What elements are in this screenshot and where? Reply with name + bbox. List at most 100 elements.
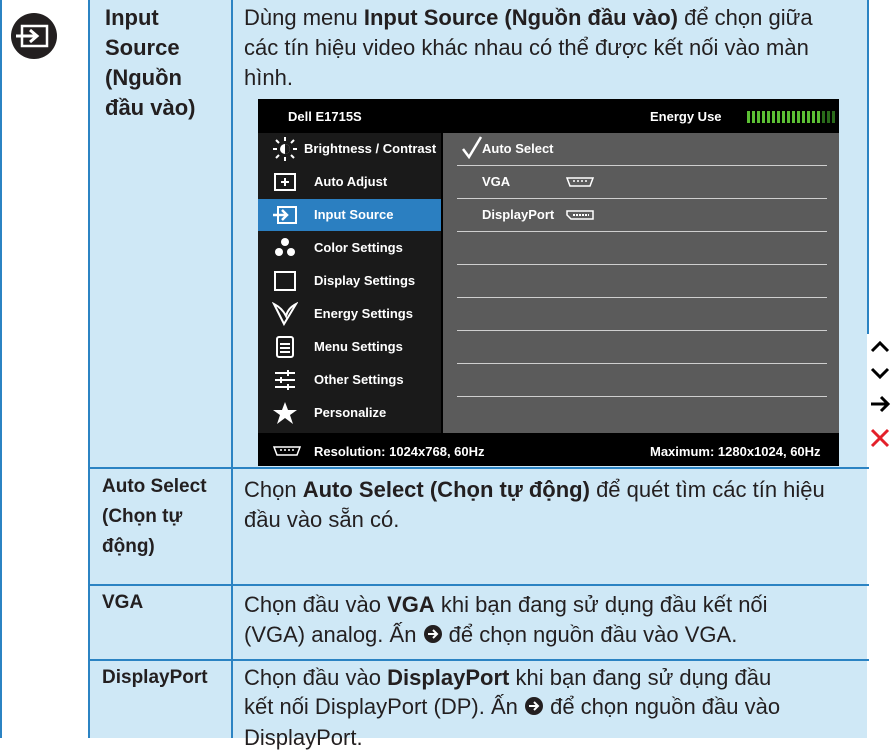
osd-maximum-text: Maximum: 1280x1024, 60Hz: [650, 444, 821, 459]
osd-options-panel: Auto Select VGA DisplayPort: [443, 133, 839, 433]
auto-adjust-icon: [272, 170, 298, 194]
energy-segment: [787, 111, 790, 123]
osd-menu-label: Other Settings: [314, 372, 404, 387]
energy-segment: [807, 111, 810, 123]
osd-option-empty: [457, 298, 827, 331]
circled-right-arrow-icon: [423, 622, 443, 652]
osd-menu-screenshot: Dell E1715S Energy Use Brightness / Cont…: [258, 99, 839, 466]
desc-line: hình.: [244, 65, 293, 90]
settings-table: Input Source (Nguồn đầu vào) Dùng menu I…: [0, 0, 895, 750]
osd-menu-label: Display Settings: [314, 273, 416, 288]
osd-option-auto-select[interactable]: Auto Select: [457, 133, 827, 166]
table-border: [88, 0, 90, 738]
menu-settings-icon: [272, 335, 298, 359]
energy-segment: [797, 111, 800, 123]
osd-option-empty: [457, 364, 827, 397]
icon-column: [8, 0, 88, 738]
energy-segment: [802, 111, 805, 123]
desc-bold: DisplayPort: [387, 665, 510, 690]
label-line: Input: [105, 5, 159, 30]
color-settings-icon: [272, 236, 298, 260]
desc-text: để chọn nguồn đầu vào VGA.: [442, 622, 738, 647]
osd-nav-buttons: [867, 334, 893, 464]
desc-line: Dùng menu Input Source (Nguồn đầu vào) đ…: [244, 3, 864, 33]
energy-segment: [747, 111, 750, 123]
energy-use-bar: [747, 111, 835, 123]
osd-resolution-text: Resolution: 1024x768, 60Hz: [314, 444, 485, 459]
circled-right-arrow-icon: [524, 694, 544, 723]
energy-segment: [767, 111, 770, 123]
desc-text: Chọn: [244, 477, 303, 502]
osd-option-label: Auto Select: [482, 141, 554, 156]
table-border: [231, 0, 233, 738]
osd-menu-label: Color Settings: [314, 240, 403, 255]
osd-menu-item-brightness[interactable]: Brightness / Contrast: [258, 133, 441, 165]
osd-menu-item-input-source[interactable]: Input Source: [258, 199, 441, 231]
desc-text: để quét tìm các tín hiệu: [589, 477, 825, 502]
desc-line: Chọn đầu vào VGA khi bạn đang sử dụng đầ…: [244, 590, 768, 620]
display-settings-icon: [272, 269, 298, 293]
energy-segment: [832, 111, 835, 123]
row-desc-displayport: Chọn đầu vào DisplayPort khi bạn đang sử…: [244, 663, 780, 752]
energy-segment: [762, 111, 765, 123]
osd-menu-label: Energy Settings: [314, 306, 413, 321]
star-icon: [272, 401, 298, 425]
desc-line: đầu vào sẵn có.: [244, 507, 400, 532]
desc-text: (VGA) analog. Ấn: [244, 622, 423, 647]
osd-option-label: VGA: [482, 174, 511, 189]
down-arrow-icon[interactable]: [869, 362, 891, 391]
osd-menu-item-color-settings[interactable]: Color Settings: [258, 232, 441, 264]
desc-text: khi bạn đang sử dụng đầu: [509, 665, 772, 690]
osd-option-empty: [457, 331, 827, 364]
osd-option-vga[interactable]: VGA: [457, 166, 827, 199]
table-border: [88, 659, 869, 661]
osd-menu-label: Personalize: [314, 405, 387, 420]
desc-bold: Auto Select (Chọn tự động): [302, 477, 590, 502]
table-border: [867, 0, 869, 334]
row-label-displayport: DisplayPort: [102, 663, 208, 693]
osd-menu-item-personalize[interactable]: Personalize: [258, 397, 441, 429]
checkmark-icon: [461, 135, 483, 162]
label-line: (Chọn tự: [102, 506, 183, 527]
label-line: Auto Select: [102, 476, 207, 497]
close-icon[interactable]: [869, 426, 891, 455]
input-source-icon: [10, 12, 58, 60]
energy-segment: [812, 111, 815, 123]
label-line: Source: [105, 35, 180, 60]
right-arrow-icon[interactable]: [869, 392, 891, 421]
osd-title: Dell E1715S: [288, 109, 362, 124]
energy-segment: [817, 111, 820, 123]
desc-bold: Input Source (Nguồn đầu vào): [363, 5, 678, 30]
osd-menu-item-energy-settings[interactable]: Energy Settings: [258, 298, 441, 330]
osd-menu-item-auto-adjust[interactable]: Auto Adjust: [258, 166, 441, 198]
label-line: động): [102, 536, 155, 557]
energy-settings-icon: [271, 301, 299, 327]
energy-segment: [777, 111, 780, 123]
osd-menu-label: Auto Adjust: [314, 174, 388, 189]
label-line: VGA: [102, 592, 144, 613]
desc-text: kết nối DisplayPort (DP). Ấn: [244, 694, 524, 719]
osd-menu-label: Menu Settings: [314, 339, 403, 354]
label-line: DisplayPort: [102, 667, 208, 688]
vga-connector-icon: [272, 445, 302, 460]
table-border: [0, 0, 2, 738]
table-border: [88, 467, 869, 469]
osd-menu-item-menu-settings[interactable]: Menu Settings: [258, 331, 441, 363]
row-label-auto-select: Auto Select (Chọn tự động): [102, 472, 207, 562]
energy-use-label: Energy Use: [650, 109, 722, 124]
energy-segment: [757, 111, 760, 123]
osd-option-empty: [457, 265, 827, 298]
osd-menu-item-display-settings[interactable]: Display Settings: [258, 265, 441, 297]
label-line: đầu vào): [105, 95, 196, 120]
row-desc-input-source: Dùng menu Input Source (Nguồn đầu vào) đ…: [244, 3, 864, 93]
osd-option-displayport[interactable]: DisplayPort: [457, 199, 827, 232]
osd-menu-label: Brightness / Contrast: [304, 141, 437, 156]
row-label-input-source: Input Source (Nguồn đầu vào): [105, 3, 195, 123]
input-source-icon: [272, 203, 298, 227]
osd-option-label: DisplayPort: [482, 207, 555, 222]
row-label-vga: VGA: [102, 588, 143, 618]
osd-menu-item-other-settings[interactable]: Other Settings: [258, 364, 441, 396]
label-line: (Nguồn: [105, 65, 182, 90]
up-arrow-icon[interactable]: [869, 334, 891, 363]
energy-segment: [782, 111, 785, 123]
